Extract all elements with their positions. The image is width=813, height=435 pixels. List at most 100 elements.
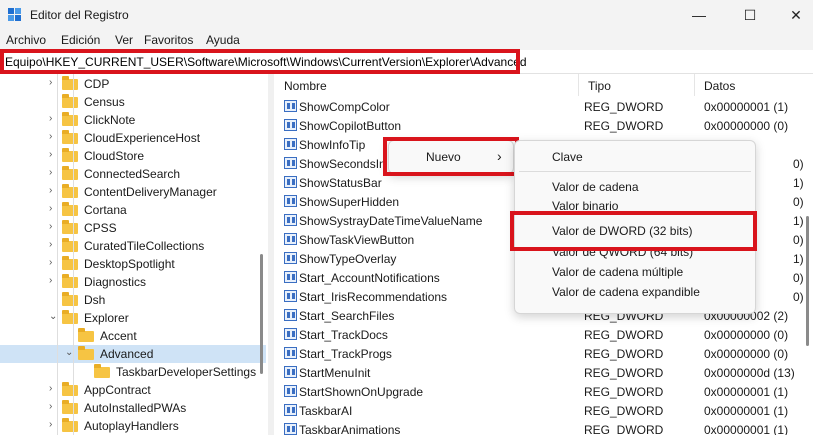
value-row[interactable]: ShowCompColor REG_DWORD 0x00000001 (1)	[275, 97, 813, 116]
tree-chevron-icon[interactable]: ›	[49, 131, 52, 142]
tree-chevron-icon[interactable]: ›	[49, 167, 52, 178]
folder-icon	[62, 292, 78, 306]
submenu-item-label: Clave	[552, 150, 583, 164]
maximize-button[interactable]: ☐	[727, 0, 773, 30]
tree-item[interactable]: › CloudStore	[0, 147, 266, 165]
title-bar: Editor del Registro — ☐ ✕	[0, 0, 813, 30]
tree-item-label: ContentDeliveryManager	[84, 185, 217, 199]
menu-ayuda[interactable]: Ayuda	[206, 33, 240, 47]
value-row[interactable]: TaskbarAnimations REG_DWORD 0x00000001 (1)	[275, 420, 813, 435]
submenu-item-label: Valor de QWORD (64 bits)	[552, 245, 694, 259]
tree-item[interactable]: › CDP	[0, 75, 266, 93]
tree-scrollbar[interactable]	[258, 74, 264, 435]
value-type: REG_DWORD	[584, 100, 664, 114]
menu-ver[interactable]: Ver	[115, 33, 133, 47]
tree-scrollbar-thumb[interactable]	[260, 254, 263, 374]
tree-item[interactable]: › ClickNote	[0, 111, 266, 129]
tree-chevron-icon[interactable]: ›	[49, 401, 52, 412]
menu-archivo[interactable]: Archivo	[6, 33, 46, 47]
value-row[interactable]: TaskbarAI REG_DWORD 0x00000001 (1)	[275, 401, 813, 420]
context-menu-nuevo[interactable]: Nuevo ›	[389, 147, 513, 167]
folder-icon	[94, 364, 110, 378]
values-scrollbar-thumb[interactable]	[806, 216, 809, 346]
submenu-item[interactable]: Valor de DWORD (32 bits)	[515, 221, 755, 241]
submenu-item[interactable]: Valor de cadena múltiple	[515, 262, 755, 282]
value-name: StartShownOnUpgrade	[299, 385, 424, 399]
tree-item[interactable]: › ContentDeliveryManager	[0, 183, 266, 201]
tree-item[interactable]: Accent	[0, 327, 266, 345]
tree-item[interactable]: ⌄ Advanced	[0, 345, 266, 363]
tree-item-label: CloudExperienceHost	[84, 131, 201, 145]
submenu-item[interactable]: Valor de cadena	[515, 177, 755, 197]
submenu-item[interactable]: Valor de cadena expandible	[515, 282, 755, 302]
tree-chevron-icon[interactable]: ›	[49, 203, 52, 214]
submenu-item[interactable]: Clave	[515, 147, 755, 167]
address-path[interactable]: Equipo\HKEY_CURRENT_USER\Software\Micros…	[5, 55, 527, 69]
address-bar[interactable]: Equipo\HKEY_CURRENT_USER\Software\Micros…	[0, 50, 813, 74]
registry-editor-icon	[8, 8, 22, 22]
tree-chevron-icon[interactable]: ›	[49, 257, 52, 268]
column-header-data[interactable]: Datos	[695, 74, 813, 96]
tree-item[interactable]: › Diagnostics	[0, 273, 266, 291]
column-header-type[interactable]: Tipo	[579, 74, 695, 96]
tree-item[interactable]: › AutoplayHandlers	[0, 417, 266, 435]
tree-item[interactable]: › ConnectedSearch	[0, 165, 266, 183]
tree-chevron-icon[interactable]: ›	[49, 275, 52, 286]
menu-favoritos[interactable]: Favoritos	[144, 33, 193, 47]
tree-item[interactable]: Census	[0, 93, 266, 111]
value-name: ShowCompColor	[299, 100, 390, 114]
tree-item[interactable]: Dsh	[0, 291, 266, 309]
submenu-item[interactable]: Valor de QWORD (64 bits)	[515, 242, 755, 262]
tree-item[interactable]: › Cortana	[0, 201, 266, 219]
menu-edicion[interactable]: Edición	[61, 33, 100, 47]
dword-value-icon	[284, 100, 297, 112]
tree-chevron-icon[interactable]: ›	[49, 419, 52, 430]
folder-icon	[62, 166, 78, 180]
submenu-item-label: Valor de cadena expandible	[552, 285, 700, 299]
tree-item[interactable]: › AppContract	[0, 381, 266, 399]
tree-item[interactable]: › CloudExperienceHost	[0, 129, 266, 147]
value-name: ShowInfoTip	[299, 138, 366, 152]
tree-item[interactable]: › CPSS	[0, 219, 266, 237]
tree-chevron-icon[interactable]: ›	[49, 221, 52, 232]
tree-chevron-icon[interactable]: ›	[49, 185, 52, 196]
submenu-item-label: Valor binario	[552, 199, 619, 213]
value-row[interactable]: Start_TrackDocs REG_DWORD 0x00000000 (0)	[275, 325, 813, 344]
value-row[interactable]: StartShownOnUpgrade REG_DWORD 0x00000001 (…	[275, 382, 813, 401]
tree-chevron-icon[interactable]: ›	[49, 77, 52, 88]
close-button[interactable]: ✕	[773, 0, 813, 30]
dword-value-icon	[284, 385, 297, 397]
tree-item[interactable]: TaskbarDeveloperSettings	[0, 363, 266, 381]
tree-item-label: DesktopSpotlight	[84, 257, 175, 271]
value-data: 0)	[793, 157, 804, 171]
window-title: Editor del Registro	[30, 8, 129, 22]
tree-chevron-icon[interactable]: ›	[49, 383, 52, 394]
tree-chevron-icon[interactable]: ›	[49, 149, 52, 160]
context-menu-nuevo-label: Nuevo	[426, 150, 461, 164]
submenu-item[interactable]: Valor binario	[515, 196, 755, 216]
value-data: 0)	[793, 233, 804, 247]
value-name: ShowStatusBar	[299, 176, 382, 190]
tree-item[interactable]: ⌄ Explorer	[0, 309, 266, 327]
value-row[interactable]: Start_TrackProgs REG_DWORD 0x00000000 (0)	[275, 344, 813, 363]
tree-item[interactable]: › DesktopSpotlight	[0, 255, 266, 273]
column-header-name[interactable]: Nombre	[275, 74, 579, 96]
pane-splitter[interactable]	[268, 74, 274, 435]
value-row[interactable]: StartMenuInit REG_DWORD 0x0000000d (13)	[275, 363, 813, 382]
submenu-item-label: Valor de cadena	[552, 180, 639, 194]
folder-icon	[78, 346, 94, 360]
minimize-button[interactable]: —	[676, 0, 722, 30]
tree-item-label: ConnectedSearch	[84, 167, 181, 181]
tree-item[interactable]: › AutoInstalledPWAs	[0, 399, 266, 417]
value-data: 0x0000000d (13)	[704, 366, 795, 380]
value-type: REG_DWORD	[584, 347, 664, 361]
value-row[interactable]: ShowCopilotButton REG_DWORD 0x00000000 (0)	[275, 116, 813, 135]
value-data: 0x00000000 (0)	[704, 347, 789, 361]
value-data: 0x00000000 (0)	[704, 328, 789, 342]
tree-chevron-icon[interactable]: ›	[49, 239, 52, 250]
folder-icon	[62, 382, 78, 396]
value-type: REG_DWORD	[584, 404, 664, 418]
tree-chevron-icon[interactable]: ›	[49, 113, 52, 124]
tree-item[interactable]: › CuratedTileCollections	[0, 237, 266, 255]
dword-value-icon	[284, 138, 297, 150]
